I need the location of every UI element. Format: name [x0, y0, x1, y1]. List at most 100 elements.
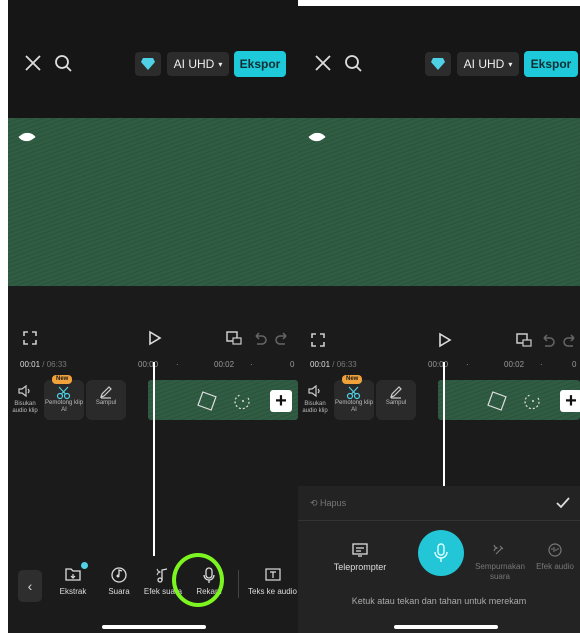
mute-clip-audio-label: Bisukan audio klip	[12, 401, 38, 414]
confirm-check-icon[interactable]	[554, 494, 572, 512]
export-button[interactable]: Ekspor	[234, 51, 286, 77]
teleprompter-label: Teleprompter	[333, 562, 387, 572]
rotate-icon	[234, 394, 250, 410]
diamond-icon	[141, 58, 155, 70]
text-to-speech-icon	[265, 568, 281, 581]
back-button[interactable]: ‹	[18, 570, 42, 602]
delete-button[interactable]: ⟲ Hapus	[310, 498, 346, 509]
playhead[interactable]	[443, 362, 445, 486]
notification-dot	[81, 562, 88, 569]
diamond-icon	[431, 58, 445, 70]
mute-clip-audio-button[interactable]: Bisukan audio klip	[298, 384, 332, 415]
playback-controls	[298, 330, 580, 354]
ruler-dot: ·	[540, 360, 543, 369]
cover-button[interactable]: Sampul	[376, 380, 416, 420]
timecode: 00:01 / 06:33	[20, 360, 67, 369]
teleprompter-button[interactable]: Teleprompter	[324, 542, 396, 572]
ruler-tick-0: 00:00	[138, 360, 159, 369]
video-track: Bisukan audio klip New Pemotong klip AI …	[298, 374, 580, 426]
text-to-audio-button[interactable]: Teks ke audio	[248, 566, 298, 596]
pencil-icon	[390, 386, 402, 399]
caret-down-icon: ▾	[218, 59, 223, 69]
fullscreen-icon[interactable]	[20, 328, 40, 348]
video-clip[interactable]	[438, 380, 580, 420]
quality-label: AI UHD	[173, 57, 215, 71]
keyframe-icon[interactable]	[224, 328, 244, 348]
playhead[interactable]	[153, 362, 155, 556]
toolbar-separator	[238, 570, 239, 598]
speaker-icon	[308, 384, 320, 398]
rotate-icon	[524, 394, 540, 410]
audio-effect-button[interactable]: Efek audio	[530, 542, 580, 572]
panel-divider	[298, 520, 580, 521]
ai-clip-cutter-label: Pemotong klip AI	[44, 400, 84, 413]
editor-screen-right: AI UHD ▾ Ekspor 00:01 / 06:33 00:00 · 00…	[298, 6, 580, 633]
audio-effect-label: Efek audio	[536, 562, 574, 571]
ruler-tick-4: 0	[572, 360, 577, 369]
quality-dropdown[interactable]: AI UHD ▾	[167, 52, 229, 76]
quality-dropdown[interactable]: AI UHD ▾	[457, 52, 519, 76]
pro-gem-button[interactable]	[135, 52, 161, 76]
microphone-icon	[434, 543, 448, 562]
new-badge: New	[52, 375, 73, 384]
record-hint: Ketuk atau tekan dan tahan untuk merekam	[351, 596, 527, 606]
sound-button[interactable]: Suara	[94, 566, 144, 596]
enhance-voice-label: Sempurnakan suara	[475, 562, 525, 581]
ruler-dot: ·	[250, 360, 253, 369]
home-indicator	[102, 625, 206, 629]
record-mic-button[interactable]	[418, 530, 464, 576]
video-preview[interactable]	[8, 118, 298, 286]
transform-square-icon	[197, 391, 217, 411]
keyframe-icon[interactable]	[514, 330, 534, 350]
bottom-toolbar: ‹ Ekstrak Suara Efek suara Rekam Teks ke…	[8, 556, 298, 602]
fullscreen-icon[interactable]	[308, 330, 328, 350]
new-badge: New	[342, 375, 363, 384]
top-bar: AI UHD ▾ Ekspor	[8, 0, 298, 118]
text-to-audio-label: Teks ke audio	[248, 587, 297, 596]
add-clip-button[interactable]: +	[560, 390, 580, 412]
close-icon[interactable]	[22, 52, 44, 74]
scissors-icon	[346, 386, 361, 400]
undo-icon[interactable]	[250, 328, 270, 348]
cover-button[interactable]: Sampul	[86, 380, 126, 420]
extract-button[interactable]: Ekstrak	[48, 562, 98, 596]
ai-clip-cutter-button[interactable]: New Pemotong klip AI	[44, 375, 84, 420]
caret-down-icon: ▾	[508, 59, 513, 69]
transform-square-icon	[487, 391, 507, 411]
record-panel: ⟲ Hapus Teleprompter Sempurnakan suara E…	[298, 486, 580, 633]
pencil-icon	[100, 386, 112, 399]
ai-clip-cutter-button[interactable]: New Pemotong klip AI	[334, 375, 374, 420]
play-icon[interactable]	[144, 328, 164, 348]
play-icon[interactable]	[434, 330, 454, 350]
timecode: 00:01 / 06:33	[310, 360, 357, 369]
folder-extract-icon	[65, 568, 81, 581]
scissors-icon	[56, 386, 71, 400]
redo-icon[interactable]	[560, 330, 580, 350]
video-preview[interactable]	[298, 118, 580, 286]
undo-icon[interactable]	[538, 330, 558, 350]
search-icon[interactable]	[52, 52, 74, 74]
cover-label: Sampul	[385, 400, 407, 406]
export-button[interactable]: Ekspor	[524, 51, 578, 77]
ruler-tick-2: 00:02	[214, 360, 235, 369]
mute-clip-audio-button[interactable]: Bisukan audio klip	[8, 384, 42, 415]
top-bar: AI UHD ▾ Ekspor	[298, 6, 580, 118]
extract-label: Ekstrak	[59, 587, 87, 596]
redo-icon[interactable]	[272, 328, 292, 348]
sparkle-mic-icon	[493, 544, 504, 555]
music-disc-icon	[111, 567, 127, 583]
leaf-graphic	[18, 128, 36, 146]
pro-gem-button[interactable]	[425, 52, 451, 76]
timeline-ruler[interactable]: 00:01 / 06:33 00:00 · 00:02 · 0	[298, 356, 580, 376]
quality-label: AI UHD	[463, 57, 505, 71]
leaf-graphic	[308, 128, 326, 146]
teleprompter-icon	[352, 543, 368, 557]
ruler-tick-0: 00:00	[428, 360, 449, 369]
close-icon[interactable]	[312, 52, 334, 74]
delete-label: Hapus	[320, 498, 347, 508]
playback-controls	[8, 328, 298, 352]
enhance-voice-button[interactable]: Sempurnakan suara	[474, 542, 526, 582]
search-icon[interactable]	[342, 52, 364, 74]
add-clip-button[interactable]: +	[270, 390, 292, 412]
ruler-tick-4: 0	[290, 360, 295, 369]
